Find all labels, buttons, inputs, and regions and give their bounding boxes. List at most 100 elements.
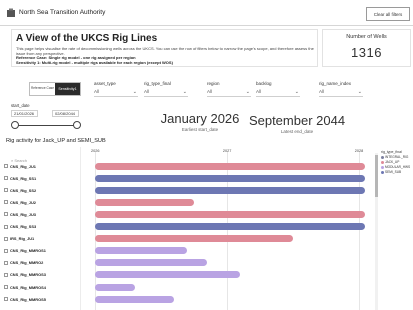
row-expand-icon[interactable] [4,236,8,241]
start-date-input[interactable]: 21/01/2026 [11,110,38,117]
top-bar: North Sea Transition Authority Clear all… [0,0,413,26]
gantt-bar[interactable] [95,174,366,182]
date-range-label: start_date [11,103,30,108]
row-label: CNS_Rig_MMROS3 [10,272,46,278]
chevron-down-icon: ⌄ [294,89,299,95]
row-label: CNS_Rig_SS3 [10,224,37,229]
scenario-toggle[interactable]: Reference Case Sensitivity1 [29,82,81,96]
filter-value: All [207,89,213,94]
row-expand-icon[interactable] [4,224,8,229]
intro-card: A View of the UKCS Rig Lines This page h… [11,29,318,67]
filter-label: asset_type [94,81,116,86]
chevron-down-icon: ⌄ [245,89,250,95]
row-expand-icon[interactable] [4,188,8,193]
row-label: CNS_Rig_SS1 [10,175,37,181]
chevron-down-icon: ⌄ [357,89,362,95]
legend-swatch [381,155,384,159]
row-label: CNS_Rig_JU1 [10,163,36,169]
row-expand-icon[interactable] [4,200,8,205]
start-date-value: 21/01/2026 [14,111,35,116]
legend-swatch [381,165,384,169]
sensitivity-note: Sensitivity 1: Multi-rig model - multipl… [16,59,173,65]
earliest-date-value: January 2026 [160,111,240,126]
chevron-down-icon: ⌄ [182,89,187,95]
filter-dropdown[interactable]: All ⌄ [144,89,188,97]
earliest-date-card: January 2026 Earliest start_date [150,111,250,132]
earliest-date-label: Earliest start_date [181,127,219,132]
row-label: CNS_Rig_JU2 [10,199,36,205]
legend-title: rig_type_final [381,150,402,154]
row-expand-icon[interactable] [4,164,8,168]
gantt-bar[interactable] [95,235,293,243]
gantt-bar[interactable] [95,198,194,206]
gantt-bar[interactable] [95,271,241,279]
chevron-down-icon: ⌄ [132,89,137,95]
filter-rig-name-index[interactable]: rig_name_index All ⌄ [319,81,363,98]
reference-case-option[interactable]: Reference Case [30,83,55,95]
date-slider-start-handle[interactable] [11,121,19,129]
filter-dropdown[interactable]: All ⌄ [94,89,138,97]
row-search-input[interactable]: ⌕ Search [11,158,27,163]
filter-dropdown[interactable]: All ⌄ [207,89,251,97]
search-placeholder: Search [14,158,28,163]
row-expand-icon[interactable] [4,212,8,217]
intro-text: This page helps visualise the rate of de… [16,46,316,65]
x-axis-tick-label: 2026 [91,149,100,153]
legend-label: SEMI_SUB [385,170,402,174]
date-slider-end-handle[interactable] [73,121,81,129]
row-label: CNS_Rig_JU3 [10,211,36,217]
gantt-bar[interactable] [95,210,366,218]
filter-asset-type[interactable]: asset_type All ⌄ [94,81,138,98]
filter-dropdown[interactable]: All ⌄ [256,89,300,97]
sensitivity-option[interactable]: Sensitivity1 [55,83,80,95]
legend-label: MODULAR_HWS [385,165,411,169]
gantt-bar[interactable] [95,247,188,255]
row-expand-icon[interactable] [4,260,8,265]
row-label: CNS_Rig_MMROS1 [10,248,46,254]
row-expand-icon[interactable] [4,272,8,277]
legend-item[interactable]: JACK_UP [381,160,399,164]
legend-item[interactable]: MODULAR_HWS [381,165,410,169]
legend-swatch [381,170,384,174]
end-date-input[interactable]: 02/08/2044 [52,110,79,117]
kpi-label: Number of Wells [346,34,387,40]
row-expand-icon[interactable] [4,248,8,253]
filter-value: All [256,89,262,94]
filter-label: region [207,81,220,86]
chart-title: Rig activity for Jack_UP and SEMI_SUB [6,138,106,144]
gantt-bar[interactable] [95,295,175,303]
legend-swatch [381,160,384,164]
filter-dropdown[interactable]: All ⌄ [319,89,363,97]
filter-value: All [144,89,150,94]
row-label: CNS_Rig_MMRO2 [10,260,44,266]
date-slider-track[interactable] [13,125,80,126]
row-expand-icon[interactable] [4,297,8,302]
gantt-bar[interactable] [95,259,208,267]
crest-icon [7,8,15,17]
row-expand-icon[interactable] [4,176,8,181]
latest-date-label: Latest end_date [280,129,314,134]
row-label: IRS_Rig_JU1 [10,236,35,242]
filter-value: All [94,89,100,94]
filter-backlog[interactable]: backlog All ⌄ [256,81,300,98]
kpi-value: 1316 [351,45,382,60]
org-name: North Sea Transition Authority [19,9,106,16]
page-title: A View of the UKCS Rig Lines [16,33,158,44]
legend-item[interactable]: SEMI_SUB [381,170,401,174]
filter-rig-type-final[interactable]: rig_type_final All ⌄ [144,81,188,98]
x-axis-tick-label: 2028 [354,149,364,153]
gantt-bar[interactable] [95,186,366,194]
gantt-bar[interactable] [95,283,135,291]
end-date-value: 02/08/2044 [55,111,76,116]
chart-scrollbar-thumb[interactable] [375,155,378,197]
filter-region[interactable]: region All ⌄ [207,81,251,98]
legend-item[interactable]: INTEGRAL_RIG [381,155,408,159]
clear-filters-button[interactable]: Clear all filters [366,7,410,21]
filter-label: backlog [256,81,272,86]
filter-value: All [319,89,325,94]
row-label: CNS_Rig_MMROS5 [10,296,46,302]
gantt-bar[interactable] [95,223,366,230]
row-expand-icon[interactable] [4,285,8,289]
filter-label: rig_name_index [319,81,352,86]
gantt-bar[interactable] [95,162,366,170]
